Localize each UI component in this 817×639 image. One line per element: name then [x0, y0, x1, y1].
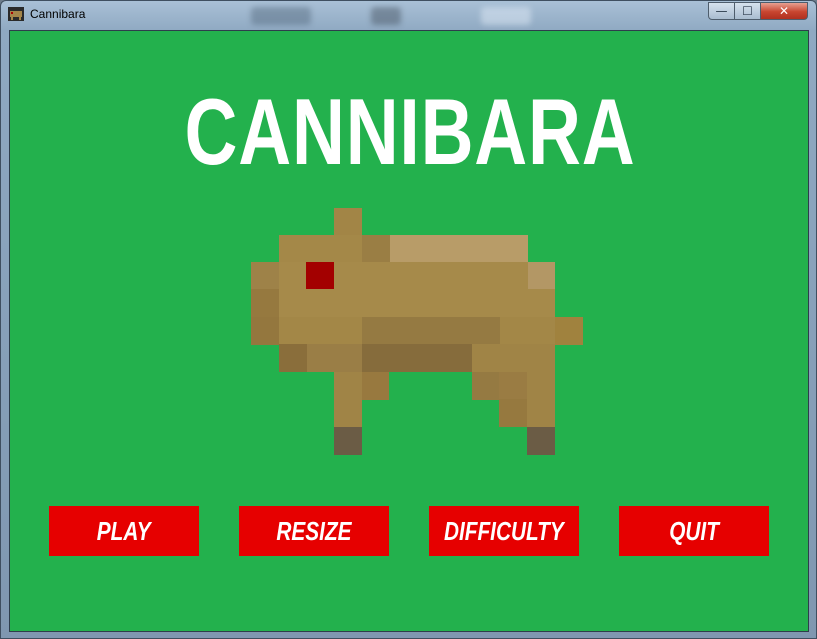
play-button-label: PLAY [97, 515, 151, 546]
difficulty-button-label: DIFFICULTY [444, 515, 564, 546]
quit-button[interactable]: QUIT [619, 506, 769, 556]
difficulty-button[interactable]: DIFFICULTY [429, 506, 579, 556]
resize-button-label: RESIZE [276, 515, 352, 546]
maximize-icon: ☐ [742, 4, 753, 18]
titlebar-reflection [371, 7, 401, 25]
close-icon: ✕ [778, 4, 790, 18]
titlebar-reflection [481, 7, 531, 25]
play-button[interactable]: PLAY [49, 506, 199, 556]
quit-button-label: QUIT [669, 515, 719, 546]
minimize-button[interactable]: — [708, 2, 735, 20]
titlebar-reflection [251, 7, 311, 25]
resize-button[interactable]: RESIZE [239, 506, 389, 556]
app-window: Cannibara — ☐ ✕ CANNIBARA PLAY RESIZE DI… [0, 0, 817, 639]
window-title: Cannibara [30, 7, 86, 21]
title-bar[interactable]: Cannibara — ☐ ✕ [1, 1, 816, 29]
close-button[interactable]: ✕ [760, 2, 808, 20]
maximize-button[interactable]: ☐ [734, 2, 761, 20]
minimize-icon: — [715, 4, 728, 18]
app-icon [8, 7, 24, 21]
game-canvas[interactable]: CANNIBARA PLAY RESIZE DIFFICULTY QUIT [9, 30, 809, 632]
window-border[interactable] [809, 30, 817, 632]
